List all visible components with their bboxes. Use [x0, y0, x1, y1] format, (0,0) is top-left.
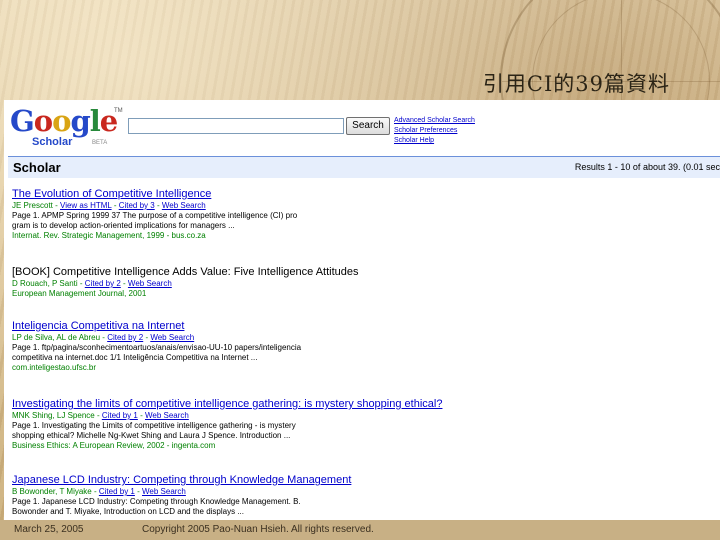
result-authors: D Rouach, P Santi — [12, 279, 78, 288]
result-snippet-line: Page 1. ftp/pagina/sconhecimentoartuos/a… — [12, 343, 302, 352]
result-snippet-line: Page 1. Investigating the Limits of comp… — [12, 421, 296, 430]
help-link[interactable]: Scholar Help — [394, 136, 475, 146]
logo-wordmark: Google — [10, 104, 118, 138]
preferences-link[interactable]: Scholar Preferences — [394, 126, 475, 136]
result-meta: LP de Silva, AL de Abreu - Cited by 2 - … — [12, 333, 195, 342]
result-item: Inteligencia Competitiva na Internet LP … — [12, 320, 712, 373]
result-title-line: [BOOK] Competitive Intelligence Adds Val… — [12, 266, 712, 279]
footer-copyright: Copyright 2005 Pao-Nuan Hsieh. All right… — [142, 524, 374, 535]
result-item: The Evolution of Competitive Intelligenc… — [12, 188, 712, 241]
scholar-label: Scholar — [13, 160, 61, 175]
cited-by-link[interactable]: Cited by 3 — [119, 201, 155, 210]
slide-footer: March 25, 2005 Copyright 2005 Pao-Nuan H… — [0, 520, 720, 540]
cited-by-link[interactable]: Cited by 1 — [102, 411, 138, 420]
result-title[interactable]: Investigating the limits of competitive … — [12, 398, 712, 411]
result-meta: MNK Shing, LJ Spence - Cited by 1 - Web … — [12, 411, 189, 420]
web-search-link[interactable]: Web Search — [150, 333, 194, 342]
result-meta: JE Prescott - View as HTML - Cited by 3 … — [12, 201, 206, 210]
scholar-header: Google TM Scholar BETA Search Advanced S… — [4, 100, 720, 150]
scholar-results-bar: Scholar Results 1 - 10 of about 39. (0.0… — [8, 156, 720, 178]
result-meta: D Rouach, P Santi - Cited by 2 - Web Sea… — [12, 279, 172, 288]
search-button[interactable]: Search — [346, 117, 390, 135]
result-source: Internat. Rev. Strategic Management, 199… — [12, 231, 206, 240]
result-snippet-line: Page 1. Japanese LCD Industry: Competing… — [12, 497, 301, 506]
search-input[interactable] — [128, 118, 344, 134]
footer-date: March 25, 2005 — [14, 524, 84, 535]
google-scholar-screenshot: Google TM Scholar BETA Search Advanced S… — [4, 100, 720, 520]
result-title[interactable]: Japanese LCD Industry: Competing through… — [12, 474, 712, 487]
web-search-link[interactable]: Web Search — [145, 411, 189, 420]
results-count: Results 1 - 10 of about 39. (0.01 sec — [574, 162, 720, 172]
result-meta: B Bowonder, T Miyake - Cited by 1 - Web … — [12, 487, 186, 496]
logo-subtitle: Scholar — [32, 136, 73, 148]
google-scholar-logo[interactable]: Google TM Scholar BETA — [10, 104, 123, 148]
result-title[interactable]: Competitive Intelligence Adds Value: Fiv… — [53, 266, 359, 278]
result-type-tag: [BOOK] — [12, 266, 50, 278]
cited-by-link[interactable]: Cited by 1 — [99, 487, 135, 496]
result-source: com.inteligestao.ufsc.br — [12, 363, 97, 372]
result-source: Business Ethics: A European Review, 2002… — [12, 441, 216, 450]
web-search-link[interactable]: Web Search — [142, 487, 186, 496]
result-authors: B Bowonder, T Miyake — [12, 487, 92, 496]
web-search-link[interactable]: Web Search — [162, 201, 206, 210]
result-authors: MNK Shing, LJ Spence — [12, 411, 95, 420]
result-title[interactable]: Inteligencia Competitiva na Internet — [12, 320, 712, 333]
result-item: Investigating the limits of competitive … — [12, 398, 712, 451]
search-options-links: Advanced Scholar Search Scholar Preferen… — [394, 116, 475, 146]
result-snippet-line: Page 1. APMP Spring 1999 37 The purpose … — [12, 211, 298, 220]
logo-trademark: TM — [114, 108, 123, 114]
advanced-search-link[interactable]: Advanced Scholar Search — [394, 116, 475, 126]
web-search-link[interactable]: Web Search — [128, 279, 172, 288]
result-snippet-line: competitiva na internet.doc 1/1 Inteligê… — [12, 353, 258, 362]
cited-by-link[interactable]: Cited by 2 — [85, 279, 121, 288]
result-snippet-line: shopping ethical? Michelle Ng-Kwet Shing… — [12, 431, 291, 440]
cited-by-link[interactable]: Cited by 2 — [107, 333, 143, 342]
slide-title: 引用CI的39篇資料 — [482, 72, 670, 96]
view-html-link[interactable]: View as HTML — [60, 201, 112, 210]
result-title[interactable]: The Evolution of Competitive Intelligenc… — [12, 188, 712, 201]
result-snippet-line: gram is to develop action-oriented impli… — [12, 221, 235, 230]
result-authors: LP de Silva, AL de Abreu — [12, 333, 101, 342]
result-source: European Management Journal, 2001 — [12, 289, 147, 298]
result-item: Japanese LCD Industry: Competing through… — [12, 474, 712, 517]
result-item: [BOOK] Competitive Intelligence Adds Val… — [12, 266, 712, 299]
result-snippet-line: Bowonder and T. Miyake, Introduction on … — [12, 507, 244, 516]
logo-beta-badge: BETA — [92, 140, 108, 146]
result-authors: JE Prescott — [12, 201, 53, 210]
